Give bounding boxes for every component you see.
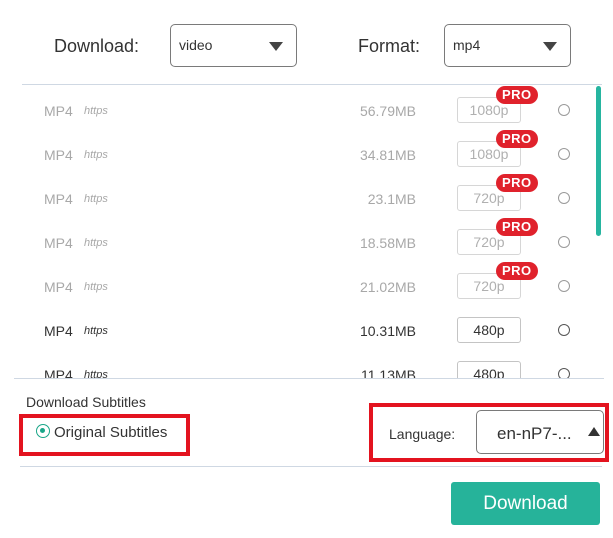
- language-label: Language:: [389, 426, 456, 442]
- format-size: 56.79MB: [359, 103, 416, 119]
- resolution-badge: 480p: [457, 317, 521, 343]
- format-row[interactable]: MP4 https 10.31MB 480p: [0, 309, 580, 353]
- format-row[interactable]: MP4 https 34.81MB 1080p PRO: [0, 130, 580, 177]
- download-button[interactable]: Download: [451, 482, 600, 525]
- format-value: mp4: [453, 37, 481, 53]
- original-subtitles-option[interactable]: Original Subtitles: [33, 421, 188, 443]
- format-row[interactable]: MP4 https 21.02MB 720p PRO: [0, 262, 580, 309]
- subtitle-divider: [14, 378, 604, 379]
- format-radio[interactable]: [558, 324, 570, 336]
- format-row[interactable]: MP4 https 23.1MB 720p PRO: [0, 174, 580, 221]
- format-list: MP4 https 56.79MB 1080p PRO MP4 https 34.81MB 10…: [0, 86, 613, 387]
- format-size: 10.31MB: [359, 323, 416, 339]
- download-type-value: video: [179, 37, 213, 53]
- format-size: 21.02MB: [359, 279, 416, 295]
- pro-badge: PRO: [496, 174, 538, 192]
- chevron-down-icon: [269, 42, 283, 51]
- chevron-up-icon: [588, 427, 600, 436]
- pro-badge: PRO: [496, 262, 538, 280]
- pro-badge: PRO: [496, 130, 538, 148]
- radio-selected-icon[interactable]: [36, 424, 50, 438]
- chevron-down-icon: [543, 42, 557, 51]
- format-radio[interactable]: [558, 104, 570, 116]
- language-select[interactable]: en-nP7-...: [476, 410, 604, 454]
- format-name: MP4: [44, 103, 73, 119]
- format-radio[interactable]: [558, 148, 570, 160]
- original-subtitles-label: Original Subtitles: [54, 424, 168, 441]
- format-protocol: https: [84, 105, 108, 117]
- subtitles-section-title: Download Subtitles: [26, 394, 146, 410]
- format-size: 34.81MB: [359, 147, 416, 163]
- pro-badge: PRO: [496, 86, 538, 104]
- format-row[interactable]: MP4 https 56.79MB 1080p PRO: [0, 86, 580, 133]
- format-radio[interactable]: [558, 236, 570, 248]
- format-radio[interactable]: [558, 280, 570, 292]
- format-name: MP4: [44, 279, 73, 295]
- format-name: MP4: [44, 323, 73, 339]
- format-radio[interactable]: [558, 192, 570, 204]
- format-row[interactable]: MP4 https 18.58MB 720p PRO: [0, 218, 580, 265]
- list-top-divider: [22, 84, 602, 85]
- format-size: 23.1MB: [367, 191, 416, 207]
- format-label: Format:: [358, 36, 421, 56]
- format-name: MP4: [44, 235, 73, 251]
- format-protocol: https: [84, 237, 108, 249]
- format-protocol: https: [84, 325, 108, 337]
- format-protocol: https: [84, 281, 108, 293]
- format-name: MP4: [44, 147, 73, 163]
- format-size: 18.58MB: [359, 235, 416, 251]
- download-type-select[interactable]: video: [170, 24, 297, 67]
- download-type-label: Download:: [54, 36, 140, 56]
- language-value: en-nP7-...: [497, 424, 572, 443]
- format-name: MP4: [44, 191, 73, 207]
- scrollbar-thumb[interactable]: [596, 86, 601, 236]
- footer-divider: [20, 466, 602, 467]
- format-protocol: https: [84, 149, 108, 161]
- format-protocol: https: [84, 193, 108, 205]
- format-select[interactable]: mp4: [444, 24, 571, 67]
- pro-badge: PRO: [496, 218, 538, 236]
